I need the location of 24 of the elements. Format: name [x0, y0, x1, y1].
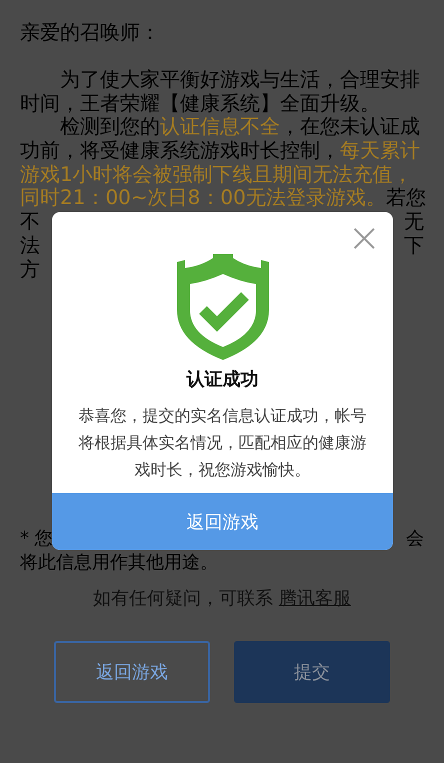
- shield-check-icon: [176, 254, 268, 360]
- notice-text: 为了使大家平衡好游戏与生活，合理安排: [59, 67, 420, 91]
- notice-text: 时间，王者荣耀【健康系统】全面升级。: [20, 90, 380, 115]
- notice-text: 无: [404, 210, 424, 234]
- support-link[interactable]: 腾讯客服: [278, 588, 351, 609]
- notice-text: 下: [404, 234, 424, 258]
- submit-button[interactable]: 提交: [234, 640, 390, 703]
- dialog-title: 认证成功: [186, 368, 258, 392]
- return-button[interactable]: 返回游戏: [52, 493, 393, 550]
- notice-text: * 您: [20, 527, 53, 551]
- notice-text: 游戏1小时将会被强制下线且期间无法充值，: [20, 162, 413, 186]
- notice-text: 法: [20, 234, 40, 258]
- notice-text: 同时21：00~次日8：00无法登录游戏。若您: [20, 185, 426, 210]
- notice-text: 将此信息用作其他用途。: [20, 552, 218, 573]
- dialog-message: 恭喜您，提交的实名信息认证成功，帐号将根据具体实名情况，匹配相应的健康游戏时长，祝您游戏愉快。: [78, 405, 368, 481]
- notice-text: 不: [20, 210, 40, 234]
- notice-text: 方: [20, 258, 40, 282]
- notice-text: 会: [406, 527, 424, 551]
- greeting: 亲爱的召唤师：: [20, 20, 161, 44]
- close-button[interactable]: ×: [347, 218, 381, 258]
- contact-text: 如有任何疑问，可联系: [93, 588, 274, 609]
- return-button[interactable]: 返回游戏: [54, 640, 210, 703]
- notice-text: 功前，将受健康系统游戏时长控制，每天累计: [20, 138, 420, 162]
- notice-text: 检测到您的认证信息不全，在您未认证成: [59, 114, 420, 138]
